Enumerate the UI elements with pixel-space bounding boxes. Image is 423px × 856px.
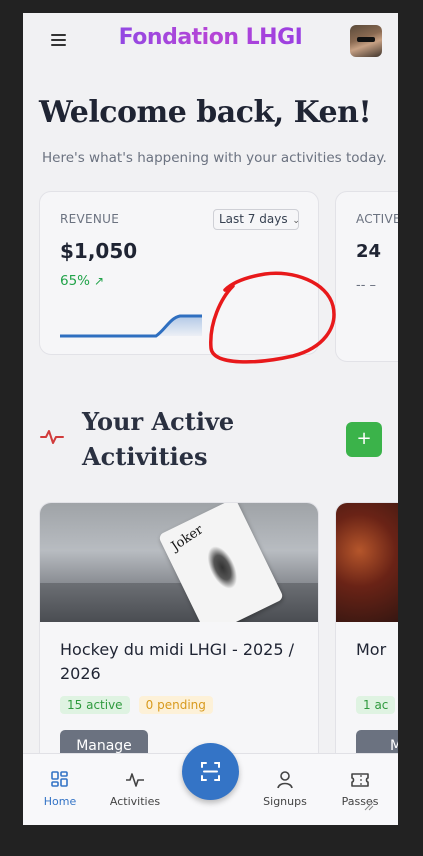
- sparkline-area: [156, 316, 202, 336]
- revenue-value: $1,050: [60, 239, 138, 263]
- revenue-change-value: 65%: [60, 273, 91, 289]
- section-title: Your Active Activities: [82, 407, 235, 471]
- joker-card-text: Joker: [168, 522, 207, 555]
- range-select[interactable]: Last 7 days ⌄: [213, 209, 300, 230]
- app-screen: Fondation LHGI Welcome back, Ken! Here's…: [23, 13, 398, 825]
- nav-activities[interactable]: Activities: [105, 770, 165, 808]
- range-select-value: Last 7 days: [219, 212, 288, 226]
- scan-icon: [201, 762, 220, 781]
- activity-title: Mor: [356, 640, 387, 659]
- top-bar: Fondation LHGI: [23, 13, 398, 69]
- nav-signups-label: Signups: [263, 795, 307, 808]
- pending-badge: 0 pending: [138, 696, 213, 714]
- pulse-icon: [40, 430, 64, 444]
- scan-button[interactable]: [182, 743, 239, 800]
- activity-image: Joker: [40, 503, 318, 622]
- activity-card[interactable]: Joker Hockey du midi LHGI - 2025 / 2026 …: [39, 502, 319, 782]
- add-activity-button[interactable]: +: [346, 422, 382, 457]
- dashboard-icon: [51, 771, 68, 787]
- red-circle-annotation: [209, 271, 336, 364]
- revenue-label: REVENUE: [60, 212, 120, 226]
- activity-badges: 15 active 0 pending: [60, 694, 217, 714]
- active-card: ACTIVE 24 -- –: [335, 191, 398, 362]
- nav-signups[interactable]: Signups: [255, 770, 315, 808]
- welcome-subtitle: Here's what's happening with your activi…: [42, 150, 387, 166]
- avatar[interactable]: [350, 25, 382, 57]
- activity-card[interactable]: Mor 1 ac M: [335, 502, 398, 782]
- active-value: 24: [356, 241, 382, 262]
- nav-home[interactable]: Home: [30, 770, 90, 808]
- resize-handle-icon[interactable]: [362, 799, 374, 811]
- nav-home-label: Home: [43, 795, 77, 808]
- user-icon: [277, 771, 293, 789]
- active-badge: 1 ac: [356, 696, 396, 714]
- active-change: -- –: [356, 278, 377, 293]
- active-badge: 15 active: [60, 696, 130, 714]
- ticket-icon: [351, 773, 369, 787]
- activity-title: Hockey du midi LHGI - 2025 / 2026: [60, 640, 295, 683]
- app-title[interactable]: Fondation LHGI: [23, 25, 398, 50]
- chevron-down-icon: ⌄: [292, 216, 300, 226]
- activity-badges: 1 ac: [356, 694, 398, 714]
- nav-passes[interactable]: Passes: [330, 770, 390, 808]
- nav-activities-label: Activities: [109, 795, 161, 808]
- welcome-heading: Welcome back, Ken!: [39, 95, 372, 130]
- joker-figure: [201, 541, 244, 594]
- trending-up-icon: ↗: [94, 274, 105, 288]
- active-label: ACTIVE: [356, 212, 398, 226]
- activity-pulse-icon: [126, 773, 144, 787]
- revenue-change: 65% ↗: [60, 273, 104, 289]
- activity-image: [336, 503, 398, 622]
